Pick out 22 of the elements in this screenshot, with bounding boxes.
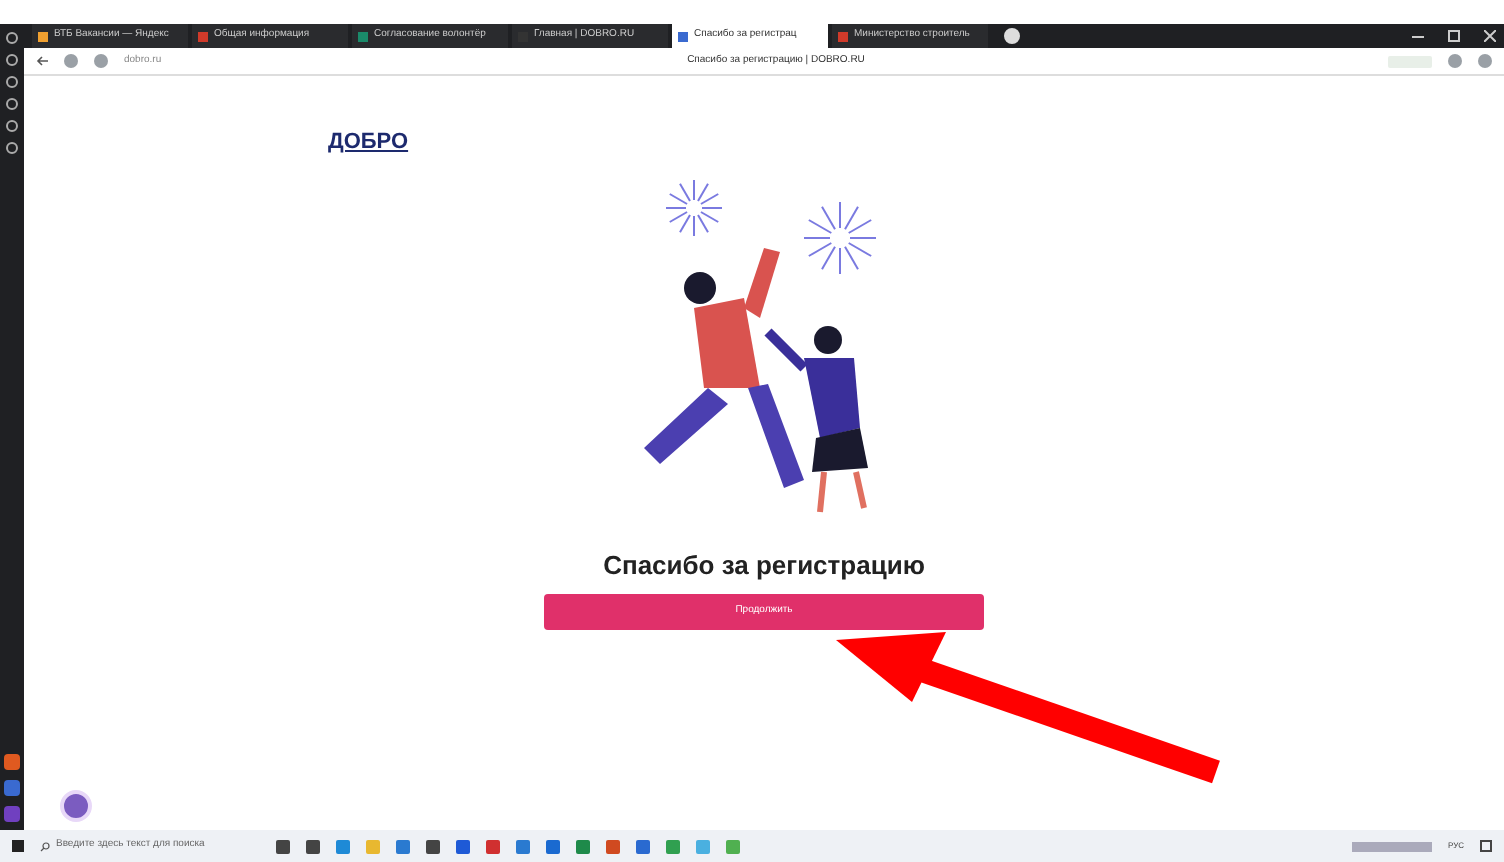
minimize-icon[interactable]: [1412, 35, 1424, 37]
assistant-avatar-icon[interactable]: [60, 790, 92, 822]
start-icon[interactable]: [12, 840, 24, 852]
taskbar-app-icon[interactable]: [396, 839, 410, 853]
maximize-icon[interactable]: [1448, 30, 1460, 42]
back-icon[interactable]: [36, 56, 48, 66]
new-tab-icon[interactable]: [1004, 28, 1020, 44]
close-icon[interactable]: [1484, 30, 1496, 42]
taskbar-app-icon[interactable]: [456, 839, 470, 853]
taskbar-app-icon[interactable]: [306, 839, 320, 853]
taskbar-app-icon[interactable]: [276, 839, 290, 853]
taskbar-app-icon[interactable]: [486, 839, 500, 853]
taskbar-app-icon[interactable]: [546, 839, 560, 853]
notification-icon[interactable]: [1480, 840, 1492, 852]
taskbar-app-icon[interactable]: [636, 839, 650, 853]
taskbar-app-icon[interactable]: [606, 839, 620, 853]
taskbar-app-icon[interactable]: [516, 839, 530, 853]
thank-you-heading: Спасибо за регистрацию: [603, 548, 925, 584]
search-icon: [40, 841, 50, 851]
taskbar-app-icon[interactable]: [426, 839, 440, 853]
taskbar-app-icon[interactable]: [576, 839, 590, 853]
site-logo[interactable]: ДОБРО: [328, 130, 409, 154]
